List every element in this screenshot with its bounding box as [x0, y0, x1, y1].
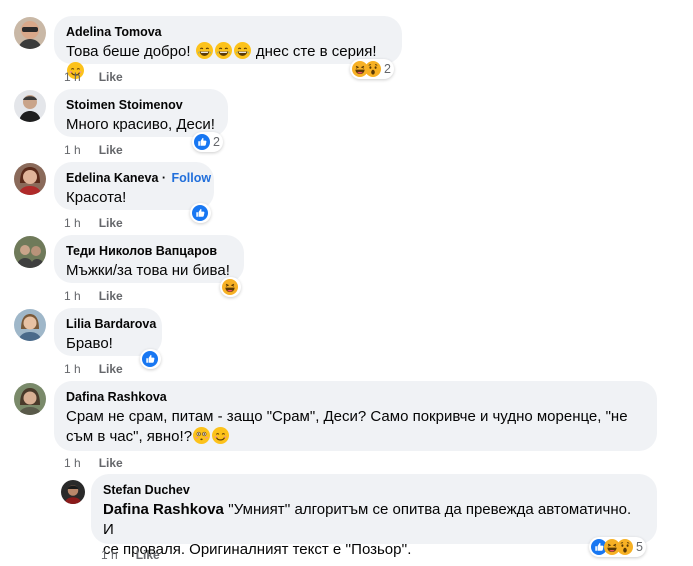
- comment-author: Edelina Kaneva · Follow: [66, 171, 212, 185]
- avatar[interactable]: [14, 383, 46, 415]
- comment-meta: 1 h Like: [64, 70, 123, 84]
- comment-meta: 1 h Like: [64, 143, 123, 157]
- comment-author[interactable]: Adelina Tomova: [66, 24, 390, 40]
- grinning-emoji-icon: [234, 42, 251, 59]
- comment-meta: 1 h Like: [64, 289, 123, 303]
- reaction-count: 2: [384, 62, 391, 76]
- reaction-summary[interactable]: [140, 349, 161, 369]
- comment-meta: 1 h Like: [64, 362, 123, 376]
- wow-icon: [617, 539, 633, 555]
- comment-author[interactable]: Lilia Bardarova: [66, 316, 156, 332]
- comment-author[interactable]: Теди Николов Вапцаров: [66, 243, 232, 259]
- wow-icon: [365, 61, 381, 77]
- comment-text: Много красиво, Деси!: [66, 116, 215, 133]
- timestamp[interactable]: 1 h: [64, 456, 81, 470]
- comment-text: Браво!: [66, 335, 113, 352]
- comment-text-part: днес сте в серия!: [255, 43, 377, 60]
- timestamp[interactable]: 1 h: [64, 362, 81, 376]
- grinning-emoji-icon: [196, 42, 213, 59]
- reply-meta: 1 h Like: [101, 548, 160, 562]
- smiling-emoji-icon: [212, 427, 229, 444]
- avatar[interactable]: [61, 480, 85, 504]
- flushed-emoji-icon: [193, 427, 210, 444]
- reaction-count: 5: [636, 540, 643, 554]
- timestamp[interactable]: 1 h: [64, 70, 81, 84]
- haha-icon: [222, 279, 238, 295]
- avatar[interactable]: [14, 90, 46, 122]
- like-button[interactable]: Like: [99, 216, 123, 230]
- comment-author[interactable]: Stoimen Stoimenov: [66, 97, 216, 113]
- comment-bubble: Stoimen Stoimenov Много красиво, Деси!: [54, 89, 228, 137]
- timestamp[interactable]: 1 h: [64, 289, 81, 303]
- avatar[interactable]: [14, 236, 46, 268]
- comment-bubble: Adelina Tomova Това беше добро! днес сте…: [54, 16, 402, 64]
- like-button[interactable]: Like: [99, 362, 123, 376]
- like-button[interactable]: Like: [99, 289, 123, 303]
- comment-text: Красота!: [66, 189, 127, 206]
- comment-text: Мъжки/за това ни бива!: [66, 262, 230, 279]
- reaction-summary[interactable]: [220, 277, 241, 297]
- avatar[interactable]: [14, 163, 46, 195]
- reaction-summary[interactable]: 2: [350, 59, 394, 79]
- timestamp[interactable]: 1 h: [101, 548, 118, 562]
- comment-meta: 1 h Like: [64, 456, 123, 470]
- timestamp[interactable]: 1 h: [64, 216, 81, 230]
- like-button[interactable]: Like: [99, 456, 123, 470]
- reaction-summary[interactable]: [190, 203, 211, 223]
- like-button[interactable]: Like: [99, 143, 123, 157]
- grinning-emoji-icon: [215, 42, 232, 59]
- comment-text-line: съм в час", явно!?: [66, 428, 193, 445]
- reaction-summary[interactable]: 2: [192, 132, 223, 152]
- reply-bubble: Stefan Duchev Dafina Rashkova ''Умният''…: [91, 474, 657, 558]
- comment-bubble: Теди Николов Вапцаров Мъжки/за това ни б…: [54, 235, 244, 283]
- comment-text-line: Срам не срам, питам - защо "Срам", Деси?…: [66, 408, 628, 425]
- timestamp[interactable]: 1 h: [64, 143, 81, 157]
- like-icon: [194, 134, 210, 150]
- reply-text: Dafina Rashkova ''Умният'' алгоритъм се …: [103, 500, 645, 560]
- like-button[interactable]: Like: [136, 548, 160, 562]
- comment-bubble: Dafina Rashkova Срам не срам, питам - за…: [54, 381, 657, 451]
- comment-author-name[interactable]: Edelina Kaneva: [66, 171, 158, 185]
- avatar[interactable]: [14, 17, 46, 49]
- like-icon: [192, 205, 208, 221]
- comment-author[interactable]: Dafina Rashkova: [66, 389, 645, 405]
- reaction-summary[interactable]: 5: [589, 537, 646, 557]
- reaction-count: 2: [213, 135, 220, 149]
- comment-text: Срам не срам, питам - защо "Срам", Деси?…: [66, 407, 645, 447]
- like-button[interactable]: Like: [99, 70, 123, 84]
- comment-bubble: Edelina Kaneva · Follow Красота!: [54, 162, 214, 210]
- reply-author[interactable]: Stefan Duchev: [103, 482, 645, 498]
- comment-meta: 1 h Like: [64, 216, 123, 230]
- comment-text-part: Това беше добро!: [66, 43, 191, 60]
- avatar[interactable]: [14, 309, 46, 341]
- follow-button[interactable]: Follow: [172, 171, 212, 185]
- like-icon: [142, 351, 158, 367]
- mention-link[interactable]: Dafina Rashkova: [103, 501, 224, 518]
